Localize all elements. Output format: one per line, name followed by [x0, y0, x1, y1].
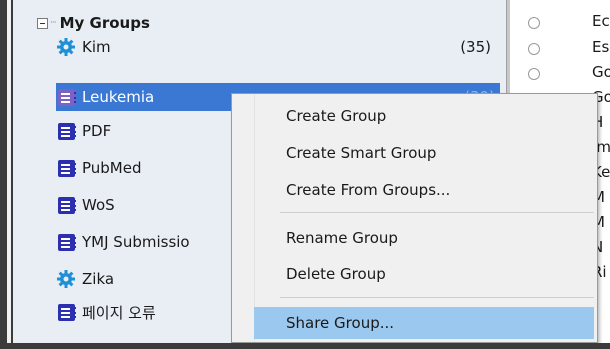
tree-item-kim[interactable]: Kim (35)	[56, 33, 496, 61]
menu-item-rename-group[interactable]: Rename Group	[254, 222, 599, 254]
list-item[interactable]: Go	[510, 61, 610, 85]
group-icon	[56, 122, 76, 140]
group-icon	[56, 159, 76, 177]
my-groups-label: My Groups	[59, 14, 150, 32]
menu-item-label: Share Group...	[286, 314, 395, 332]
menu-item-label: Rename Group	[286, 229, 398, 247]
menu-item-label: Create Group	[286, 107, 387, 125]
tree-item-label: Kim	[82, 38, 111, 56]
group-icon	[56, 233, 76, 251]
tree-item-label: Leukemia	[82, 88, 155, 106]
tree-item-label: Zika	[82, 270, 115, 288]
menu-separator	[280, 212, 594, 213]
menu-item-label: Create From Groups...	[286, 181, 451, 199]
tree-item-count: (35)	[460, 38, 491, 56]
tree-item-label: PDF	[82, 122, 112, 140]
menu-item-create-from-groups[interactable]: Create From Groups...	[254, 174, 599, 206]
tree-item-label: PubMed	[82, 159, 142, 177]
list-item[interactable]: Es	[510, 36, 610, 60]
read-status-radio[interactable]	[528, 43, 540, 55]
list-item[interactable]: Ec	[510, 10, 610, 34]
collapse-icon[interactable]	[37, 17, 48, 29]
tree-connector: ···	[50, 18, 57, 28]
menu-separator	[280, 297, 594, 298]
my-groups-header[interactable]: ··· My Groups	[37, 13, 150, 33]
group-icon	[56, 88, 76, 106]
menu-item-create-group[interactable]: Create Group	[254, 100, 599, 132]
group-icon	[56, 196, 76, 214]
window-border-bottom	[0, 343, 610, 349]
list-item-text: Es	[592, 38, 610, 56]
tree-item-label: WoS	[82, 196, 115, 214]
menu-item-create-smart-group[interactable]: Create Smart Group	[254, 137, 599, 169]
smart-group-icon	[56, 270, 76, 288]
menu-item-label: Delete Group	[286, 265, 386, 283]
context-menu: Create Group Create Smart Group Create F…	[231, 93, 598, 343]
window-border-left	[0, 0, 7, 349]
read-status-radio[interactable]	[528, 68, 540, 80]
tree-item-label: YMJ Submissio	[82, 233, 190, 251]
read-status-radio[interactable]	[528, 17, 540, 29]
menu-item-delete-group[interactable]: Delete Group	[254, 258, 599, 290]
smart-group-icon	[56, 38, 76, 56]
menu-item-label: Create Smart Group	[286, 144, 437, 162]
group-icon	[56, 303, 76, 321]
menu-item-share-group[interactable]: Share Group...	[254, 307, 594, 339]
list-item-text: Go	[592, 63, 610, 81]
tree-item-label: 페이지 오류	[82, 303, 156, 322]
list-item-text: Ec	[592, 12, 610, 30]
